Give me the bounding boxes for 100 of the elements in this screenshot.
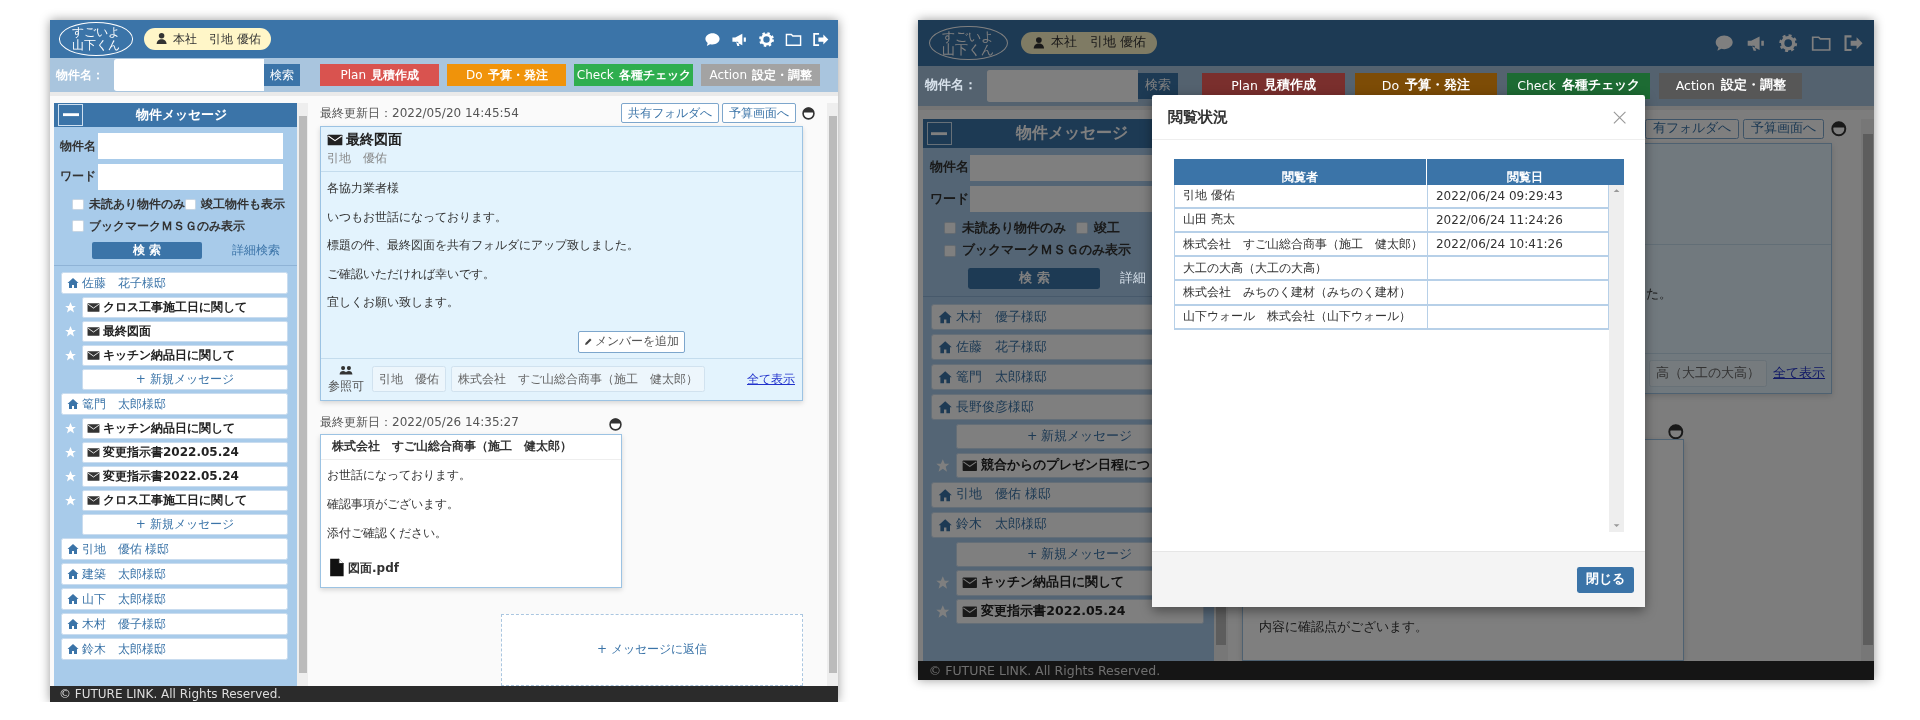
home-icon [66, 643, 79, 655]
envelope-icon [86, 470, 100, 483]
property-item[interactable]: 引地 優佑 様邸 [61, 538, 288, 560]
detail-search-link[interactable]: 詳細検索 [232, 242, 280, 259]
text-field[interactable] [98, 133, 283, 159]
property-item[interactable]: 佐藤 花子様邸 [61, 272, 288, 294]
star-icon [64, 349, 77, 362]
message-item[interactable]: キッチン納品日に関して [81, 345, 288, 366]
home-icon [937, 400, 952, 415]
show-all-link[interactable]: 全て表示 [747, 370, 795, 388]
checkbox-label: 竣工物件も表示 [201, 196, 286, 213]
table-cell-text: 株式会社 すご山総合商事（施工 健太郎） [1182, 235, 1424, 253]
property-search-field[interactable] [113, 59, 265, 91]
toolbar-button[interactable]: 共有フォルダへ [621, 103, 719, 123]
message-item[interactable]: クロス工事施工日に関して [81, 297, 288, 318]
user-badge: 本社 引地 優佑 [1021, 31, 1158, 54]
home-icon [937, 517, 952, 532]
reply-button[interactable]: + メッセージに返信 [501, 613, 803, 686]
checkbox-label: 竣工 [1093, 219, 1120, 237]
file-icon [327, 557, 346, 577]
star-icon [64, 301, 77, 314]
checkbox[interactable] [1075, 222, 1088, 235]
envelope-icon [86, 494, 100, 507]
logout-icon[interactable] [812, 30, 829, 48]
author-name: 引地 優佑 [327, 150, 388, 168]
dialog-title: 閲覧状況 [1167, 108, 1228, 128]
property-item[interactable]: 篭門 太郎様邸 [61, 393, 288, 415]
toolbar-button[interactable]: 予算画面へ [1742, 118, 1825, 139]
property-item[interactable]: 木村 優子様邸 [61, 613, 288, 635]
message-text: いつもお世話になっております。 [327, 208, 508, 226]
scroll-down-icon[interactable] [1612, 522, 1620, 530]
detail-search-link[interactable]: 詳細 [1119, 270, 1146, 287]
checkbox-label: 未読あり物件のみ [962, 219, 1067, 237]
show-all-link[interactable]: 全て表示 [1773, 364, 1826, 382]
message-item[interactable]: 変更指示書2022.05.24 [81, 442, 288, 463]
new-message-button[interactable]: + 新規メッセージ [81, 369, 288, 390]
message-text: 宜しくお願い致します。 [327, 294, 460, 312]
message-item[interactable]: 最終図面 [81, 321, 288, 342]
phase-button[interactable]: Plan 見積作成 [320, 64, 440, 86]
checkbox[interactable] [72, 198, 84, 211]
property-item[interactable]: 建築 太郎様邸 [61, 563, 288, 585]
envelope-icon [86, 446, 100, 459]
phase-button[interactable]: Check 各種チェック [574, 64, 694, 86]
checkbox[interactable] [72, 220, 84, 232]
checkbox-label: 未読あり物件のみ [88, 196, 185, 213]
message-text: ご確認いただければ幸いです。 [327, 265, 496, 283]
home-icon [66, 618, 79, 630]
scroll-up-icon[interactable] [1612, 186, 1620, 195]
field-label: 物件名： [925, 77, 978, 95]
checkbox[interactable] [184, 198, 197, 211]
add-member-button[interactable]: メンバーを追加 [578, 330, 685, 353]
message-item[interactable]: クロス工事施工日に関して [81, 490, 288, 511]
message-text: 各協力業者様 [327, 180, 400, 198]
checkbox[interactable] [944, 222, 957, 235]
search-button[interactable]: 検 索 [92, 242, 202, 259]
home-icon [66, 593, 79, 605]
chat-icon[interactable] [704, 30, 721, 48]
settings-icon[interactable] [1778, 32, 1799, 53]
text-field[interactable] [98, 163, 283, 190]
attachment-link[interactable]: 図面.pdf [327, 557, 615, 577]
star-icon [64, 446, 77, 459]
table-cell-text: 2022/06/24 09:29:43 [1435, 188, 1563, 203]
property-item[interactable]: 山下 太郎様邸 [61, 588, 288, 610]
star-icon [64, 470, 77, 483]
message-text: お世話になっております。 [327, 466, 472, 484]
toolbar-button[interactable]: 有フォルダへ [1644, 118, 1740, 139]
close-button[interactable] [1611, 109, 1629, 127]
updated-date: 最終更新日：2022/05/26 14:35:27 [320, 413, 519, 431]
sender-name: 株式会社 すご山総合商事（施工 健太郎） [321, 434, 621, 460]
toolbar-button[interactable]: 予算画面へ [722, 103, 796, 123]
message-item[interactable]: 変更指示書2022.05.24 [81, 466, 288, 487]
star-icon [64, 325, 77, 338]
envelope-icon [86, 349, 100, 362]
sidebar-title: 物件メッセージ [1015, 122, 1130, 144]
table-cell-text: 2022/06/24 10:41:26 [1435, 237, 1563, 252]
message-item[interactable]: キッチン納品日に関して [81, 418, 288, 439]
checkbox[interactable] [944, 244, 957, 257]
search-button[interactable]: 検 索 [968, 268, 1101, 289]
avatar-icon [608, 417, 622, 431]
logout-icon[interactable] [1843, 32, 1864, 53]
avatar-icon [1831, 121, 1847, 137]
collapse-button[interactable] [926, 121, 953, 145]
collapse-button[interactable] [58, 103, 84, 127]
field-label: ワード [60, 168, 97, 185]
star-icon [64, 494, 77, 507]
message-item[interactable]: 変更指示書2022.05.24 [955, 599, 1204, 625]
people-icon [339, 363, 353, 378]
property-search-field[interactable] [987, 70, 1138, 102]
new-message-button[interactable]: + 新規メッセージ [81, 514, 288, 535]
home-icon [937, 487, 952, 502]
phase-button[interactable]: Action 設定・調整 [1659, 72, 1803, 100]
message-text: 標題の件、最終図面を共有フォルダにアップ致しました。 [327, 237, 640, 255]
close-button[interactable]: 閉じる [1576, 566, 1635, 593]
property-item[interactable]: 鈴木 太郎様邸 [61, 638, 288, 660]
table-cell-text: 山田 亮太 [1182, 211, 1236, 229]
field-label: 物件名： [56, 66, 104, 84]
pencil-icon [584, 337, 593, 347]
message-title: 最終図面 [346, 131, 402, 149]
search-button[interactable]: 検索 [264, 64, 301, 86]
settings-icon[interactable] [758, 30, 775, 48]
